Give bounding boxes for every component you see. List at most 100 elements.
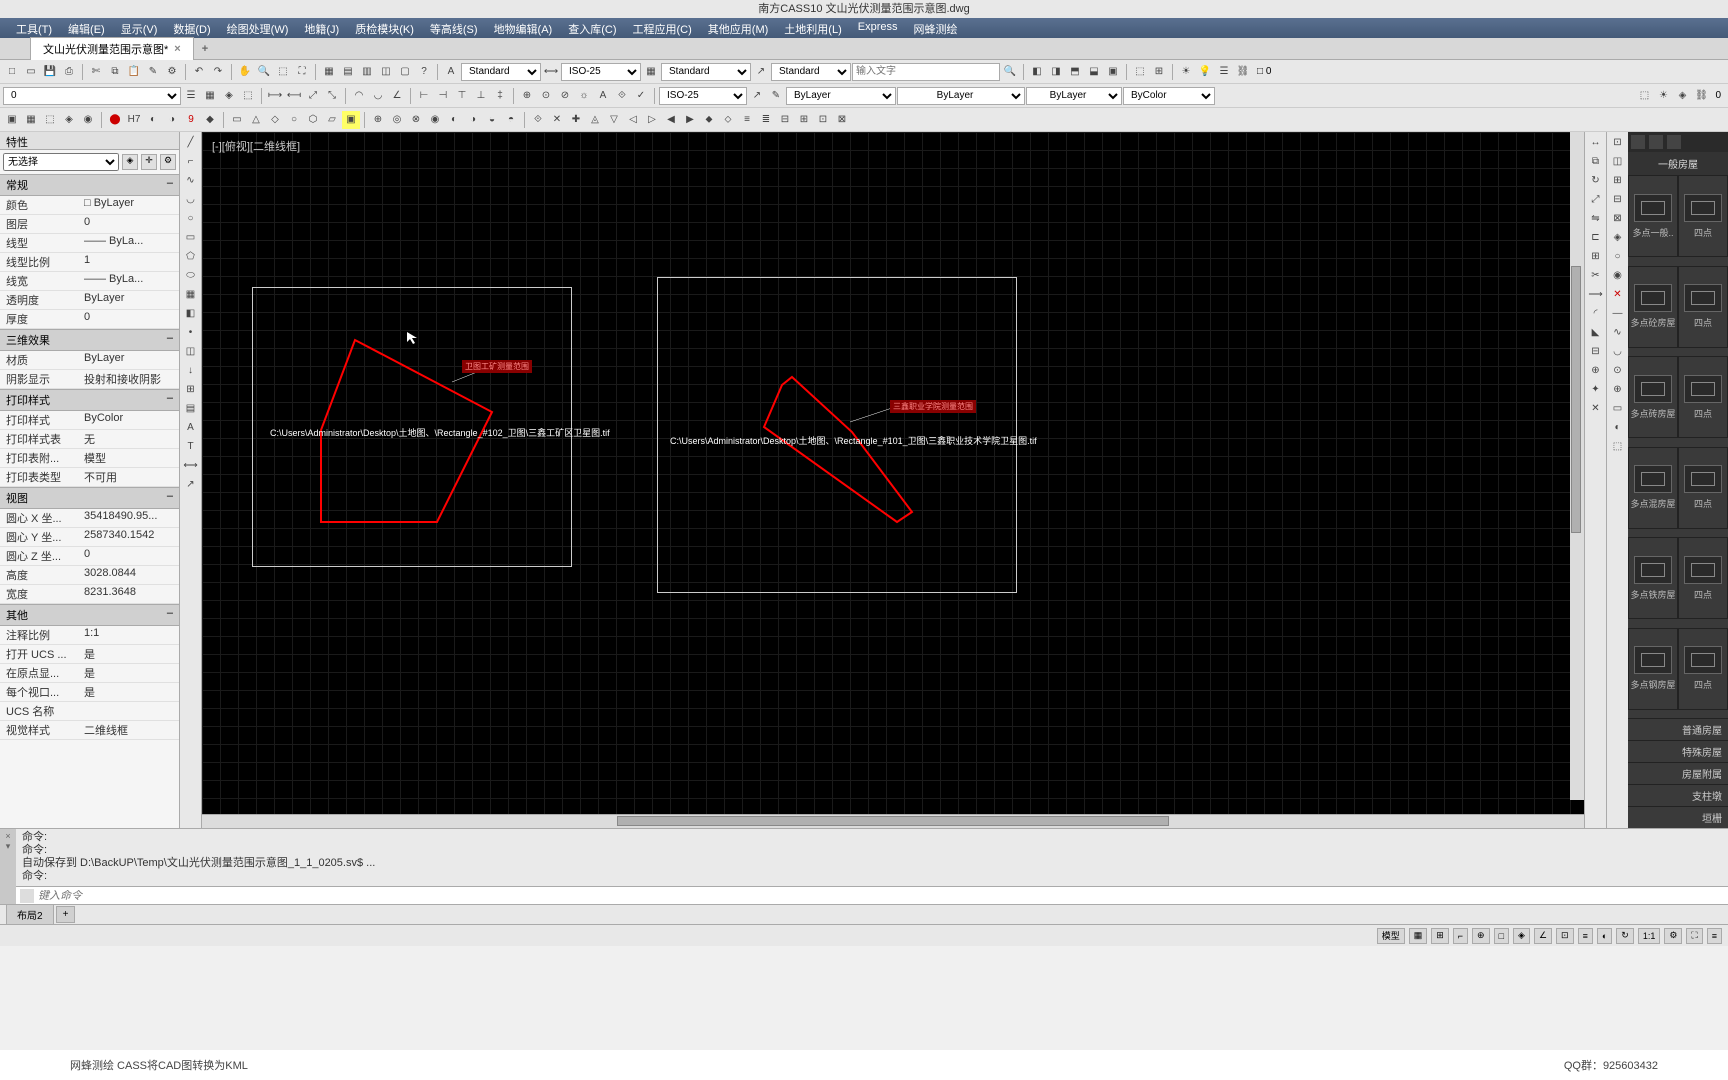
- table-style-select[interactable]: Standard: [661, 63, 751, 81]
- dim1-icon[interactable]: ⟼: [266, 87, 284, 105]
- menu-feature[interactable]: 地物编辑(A): [486, 18, 561, 38]
- s2-icon[interactable]: ◫: [1609, 153, 1627, 171]
- e2-icon[interactable]: ⊙: [537, 87, 555, 105]
- p4-icon[interactable]: ◬: [586, 111, 604, 129]
- p5-icon[interactable]: ▽: [605, 111, 623, 129]
- o8-icon[interactable]: ◓: [502, 111, 520, 129]
- view-label[interactable]: [-][俯视][二维线框]: [212, 138, 300, 154]
- text-icon[interactable]: T: [182, 438, 200, 456]
- menu-draw[interactable]: 绘图处理(W): [219, 18, 297, 38]
- max-icon[interactable]: ⛶: [1686, 928, 1702, 944]
- palette-item[interactable]: 四点: [1678, 537, 1728, 619]
- osnap-btn[interactable]: □: [1494, 928, 1509, 944]
- search-input[interactable]: [852, 63, 1000, 81]
- custom-icon[interactable]: ≡: [1707, 928, 1722, 944]
- prop-row[interactable]: 材质ByLayer: [0, 351, 179, 370]
- copy-icon[interactable]: ⧉: [106, 63, 124, 81]
- v-scrollbar[interactable]: [1570, 132, 1584, 800]
- s1-icon[interactable]: ⊡: [1609, 134, 1627, 152]
- dim-style-select[interactable]: ISO-25: [561, 63, 641, 81]
- menu-net[interactable]: 网蜂测绘: [906, 18, 966, 38]
- e1-icon[interactable]: ⊕: [518, 87, 536, 105]
- match-icon[interactable]: ✎: [144, 63, 162, 81]
- open-icon[interactable]: ▭: [22, 63, 40, 81]
- s15-icon[interactable]: ▭: [1609, 400, 1627, 418]
- move-icon[interactable]: ↔: [1587, 134, 1605, 152]
- arc-icon[interactable]: ◡: [182, 191, 200, 209]
- menu-view[interactable]: 显示(V): [113, 18, 166, 38]
- zoom-win-icon[interactable]: ⬚: [274, 63, 292, 81]
- ph2-icon[interactable]: [1649, 135, 1663, 149]
- chamfer-icon[interactable]: ◣: [1587, 324, 1605, 342]
- menu-db[interactable]: 查入库(C): [560, 18, 624, 38]
- link-icon[interactable]: ⛓: [1234, 63, 1252, 81]
- e7-icon[interactable]: ✓: [632, 87, 650, 105]
- s13-icon[interactable]: ⊙: [1609, 362, 1627, 380]
- hatch-icon[interactable]: ▦: [182, 286, 200, 304]
- command-input[interactable]: [38, 890, 1724, 902]
- search-icon[interactable]: 🔍: [1001, 63, 1019, 81]
- t1-icon[interactable]: ◧: [1028, 63, 1046, 81]
- palette-tab[interactable]: 特殊房屋: [1628, 740, 1728, 762]
- menu-express[interactable]: Express: [850, 18, 906, 38]
- paste-icon[interactable]: 📋: [125, 63, 143, 81]
- p7-icon[interactable]: ▷: [643, 111, 661, 129]
- pan-icon[interactable]: ✋: [236, 63, 254, 81]
- prop-row[interactable]: 线宽—— ByLa...: [0, 272, 179, 291]
- ang-icon[interactable]: ∠: [388, 87, 406, 105]
- gear-icon[interactable]: ⚙: [1664, 928, 1682, 944]
- prop-row[interactable]: 宽度8231.3648: [0, 585, 179, 604]
- layer4-icon[interactable]: ⬚: [239, 87, 257, 105]
- layer-icon[interactable]: ☰: [1215, 63, 1233, 81]
- mirror-icon[interactable]: ⇋: [1587, 210, 1605, 228]
- table-icon[interactable]: ▤: [182, 400, 200, 418]
- dim-icon[interactable]: ⟷: [182, 457, 200, 475]
- group-other[interactable]: 其他–: [0, 604, 179, 626]
- group-3d[interactable]: 三维效果–: [0, 329, 179, 351]
- p1-icon[interactable]: ⟐: [529, 111, 547, 129]
- 3dosnap-btn[interactable]: ◈: [1513, 928, 1530, 944]
- p12-icon[interactable]: ≡: [738, 111, 756, 129]
- dim-set-icon[interactable]: ↗: [748, 87, 766, 105]
- plotcolor-select[interactable]: ByColor: [1123, 87, 1215, 105]
- group-view[interactable]: 视图–: [0, 487, 179, 509]
- dim2-icon[interactable]: ⟻: [285, 87, 303, 105]
- p17-icon[interactable]: ⊠: [833, 111, 851, 129]
- menu-edit[interactable]: 编辑(E): [60, 18, 113, 38]
- p6-icon[interactable]: ◁: [624, 111, 642, 129]
- erase-icon[interactable]: ✕: [1587, 400, 1605, 418]
- explode-icon[interactable]: ✦: [1587, 381, 1605, 399]
- bulb-icon[interactable]: 💡: [1196, 63, 1214, 81]
- pline-icon[interactable]: ⌐: [182, 153, 200, 171]
- menu-eng[interactable]: 工程应用(C): [625, 18, 700, 38]
- o5-icon[interactable]: ◐: [445, 111, 463, 129]
- t5-icon[interactable]: ▣: [1104, 63, 1122, 81]
- lw-btn[interactable]: ≡: [1578, 928, 1593, 944]
- s14-icon[interactable]: ⊕: [1609, 381, 1627, 399]
- region-icon[interactable]: ◧: [182, 305, 200, 323]
- p15-icon[interactable]: ⊞: [795, 111, 813, 129]
- dim4-icon[interactable]: ⤡: [323, 87, 341, 105]
- s12-icon[interactable]: ◡: [1609, 343, 1627, 361]
- n7-icon[interactable]: ▣: [342, 111, 360, 129]
- extend-icon[interactable]: ⟶: [1587, 286, 1605, 304]
- s11-icon[interactable]: ∿: [1609, 324, 1627, 342]
- s6-icon[interactable]: ◈: [1609, 229, 1627, 247]
- palette-item[interactable]: 四点: [1678, 175, 1728, 257]
- drawing-canvas[interactable]: [-][俯视][二维线框] 卫图工矿测量范围 C:\Users\Administ…: [202, 132, 1584, 814]
- doc-tab[interactable]: 文山光伏测量范围示意图*×: [30, 37, 194, 60]
- break-icon[interactable]: ⊟: [1587, 343, 1605, 361]
- new-icon[interactable]: □: [3, 63, 21, 81]
- layer2-icon[interactable]: ▦: [201, 87, 219, 105]
- n6-icon[interactable]: ▱: [323, 111, 341, 129]
- cut-icon[interactable]: ✄: [87, 63, 105, 81]
- s9-icon[interactable]: ✕: [1609, 286, 1627, 304]
- palette-tab[interactable]: 支柱墩: [1628, 784, 1728, 806]
- polar-btn[interactable]: ⊕: [1472, 928, 1490, 944]
- t2-icon[interactable]: ◨: [1047, 63, 1065, 81]
- m3-icon[interactable]: ⬚: [41, 111, 59, 129]
- s4-icon[interactable]: ⊟: [1609, 191, 1627, 209]
- palette-item[interactable]: 多点砼房屋: [1628, 266, 1678, 348]
- trim-icon[interactable]: ✂: [1587, 267, 1605, 285]
- prop-row[interactable]: 图层0: [0, 215, 179, 234]
